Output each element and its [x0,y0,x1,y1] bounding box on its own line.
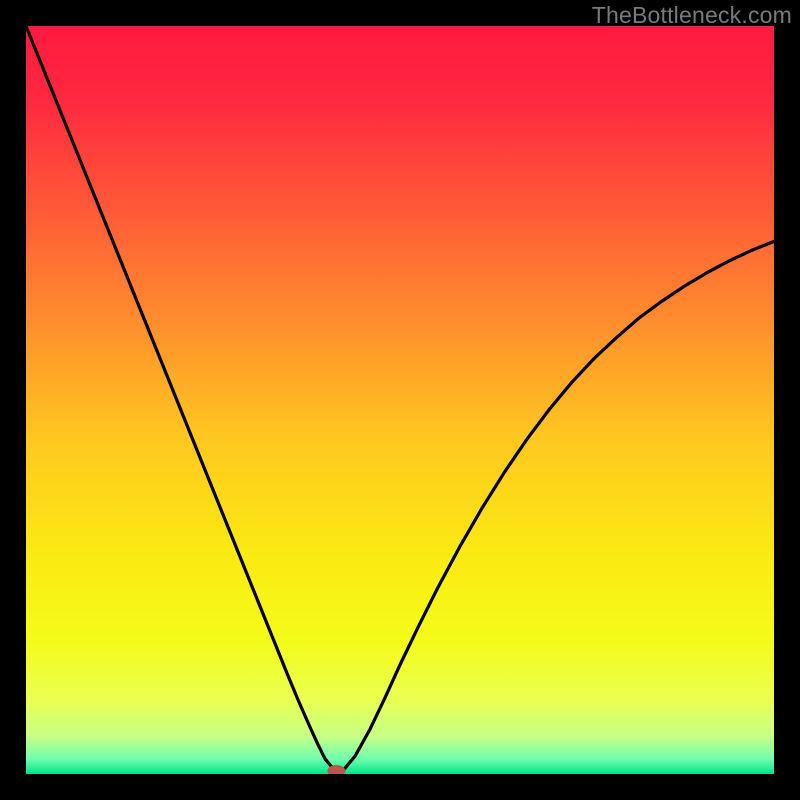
bottleneck-chart [26,26,774,774]
watermark-label: TheBottleneck.com [592,2,792,29]
chart-frame: TheBottleneck.com [0,0,800,800]
